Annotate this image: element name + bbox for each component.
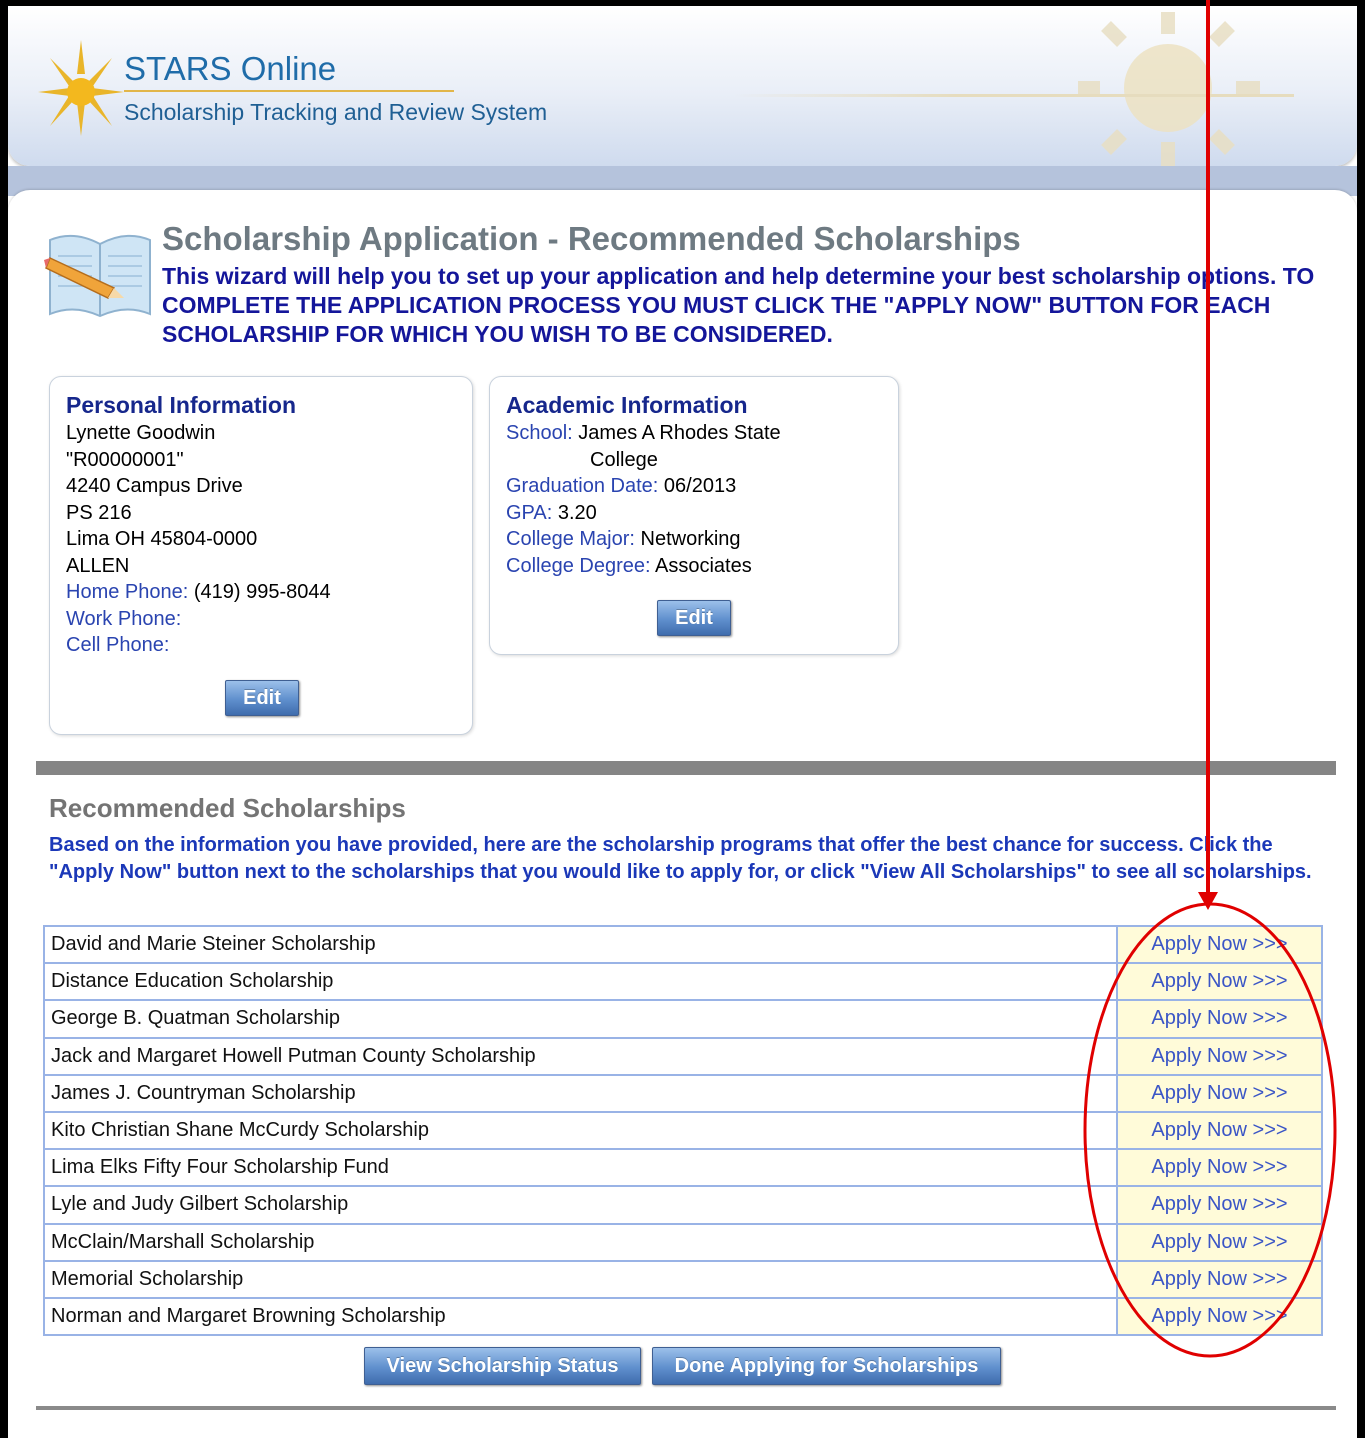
graduation-date-label: Graduation Date: — [506, 475, 659, 497]
graduation-date-row: Graduation Date: 06/2013 — [506, 473, 898, 500]
student-name: Lynette Goodwin — [66, 422, 216, 444]
view-scholarship-status-button[interactable]: View Scholarship Status — [364, 1347, 641, 1385]
apply-now-link[interactable]: Apply Now >>> — [1116, 1148, 1323, 1188]
scholarship-name: Kito Christian Shane McCurdy Scholarship — [43, 1110, 1118, 1151]
student-id: "R00000001" — [66, 448, 184, 471]
decorative-line — [734, 94, 1294, 97]
recommended-instructions: Based on the information you have provid… — [49, 834, 1312, 883]
footer-divider — [36, 1406, 1336, 1410]
logo-underline — [124, 90, 454, 92]
scholarship-name: David and Marie Steiner Scholarship — [43, 924, 1118, 965]
scholarship-name: Distance Education Scholarship — [43, 962, 1118, 1002]
scholarship-name: James J. Countryman Scholarship — [43, 1073, 1118, 1113]
scholarship-row: Norman and Margaret Browning Scholarship… — [43, 1296, 1323, 1337]
scholarship-row: Lyle and Judy Gilbert Scholarship Apply N… — [43, 1185, 1323, 1225]
address-line-1: 4240 Campus Drive — [66, 475, 243, 497]
scholarship-row: McClain/Marshall Scholarship Apply Now >>… — [43, 1222, 1323, 1262]
apply-now-link[interactable]: Apply Now >>> — [1116, 1222, 1323, 1262]
gpa-row: GPA: 3.20 — [506, 500, 898, 527]
gpa-value: 3.20 — [557, 501, 597, 524]
graduation-date-value: 06/2013 — [663, 475, 737, 497]
college-degree-label: College Degree: — [506, 554, 651, 577]
apply-now-link[interactable]: Apply Now >>> — [1116, 1110, 1323, 1151]
apply-now-link[interactable]: Apply Now >>> — [1116, 999, 1323, 1039]
scholarship-name: McClain/Marshall Scholarship — [43, 1222, 1118, 1262]
site-header: STARS Online Scholarship Tracking and Re… — [8, 6, 1357, 166]
scholarship-row: Kito Christian Shane McCurdy Scholarship… — [43, 1110, 1323, 1151]
scholarship-name: George B. Quatman Scholarship — [43, 999, 1118, 1039]
school-row: School: James A Rhodes State — [506, 420, 898, 447]
app-title: STARS Online — [124, 50, 337, 87]
scholarship-row: Memorial Scholarship Apply Now >>> — [43, 1259, 1323, 1299]
page-title: Scholarship Application - Recommended Sc… — [162, 220, 1021, 257]
college-major-row: College Major: Networking — [506, 526, 898, 553]
stars-logo-sun-icon — [38, 40, 124, 136]
app-subtitle: Scholarship Tracking and Review System — [124, 99, 548, 125]
work-phone-label: Work Phone: — [66, 607, 182, 630]
scholarship-name: Jack and Margaret Howell Putman County S… — [43, 1036, 1118, 1076]
county: ALLEN — [66, 554, 130, 577]
decorative-sun-icon — [1078, 12, 1260, 166]
done-applying-button[interactable]: Done Applying for Scholarships — [652, 1347, 1001, 1385]
school-value: James A Rhodes State — [578, 422, 781, 444]
scholarship-row: George B. Quatman Scholarship Apply Now >… — [43, 999, 1323, 1039]
scholarship-table: David and Marie Steiner Scholarship Apply… — [43, 924, 1323, 1337]
address-line-2: PS 216 — [66, 501, 132, 524]
apply-now-link[interactable]: Apply Now >>> — [1116, 1259, 1323, 1299]
college-major-label: College Major: — [506, 528, 635, 550]
personal-info-heading: Personal Information — [66, 392, 297, 418]
school-label: School: — [506, 422, 573, 444]
scholarship-name: Norman and Margaret Browning Scholarship — [43, 1296, 1118, 1337]
cell-phone-label: Cell Phone: — [66, 634, 170, 656]
recommended-heading: Recommended Scholarships — [49, 793, 406, 823]
scholarship-row: Jack and Margaret Howell Putman County S… — [43, 1036, 1323, 1076]
apply-now-link[interactable]: Apply Now >>> — [1116, 1073, 1323, 1113]
section-divider — [36, 761, 1336, 775]
scholarship-name: Memorial Scholarship — [43, 1259, 1118, 1299]
apply-now-link[interactable]: Apply Now >>> — [1116, 962, 1323, 1002]
academic-info-heading: Academic Information — [506, 392, 748, 418]
wizard-intro-text: This wizard will help you to set up your… — [162, 263, 1315, 347]
home-phone-label: Home Phone: — [66, 581, 189, 603]
home-phone-row: Home Phone: (419) 995-8044 — [66, 579, 472, 606]
home-phone-value: (419) 995-8044 — [193, 581, 331, 603]
scholarship-name: Lima Elks Fifty Four Scholarship Fund — [43, 1148, 1118, 1188]
college-degree-row: College Degree: Associates — [506, 553, 898, 580]
apply-now-link[interactable]: Apply Now >>> — [1116, 1036, 1323, 1076]
college-major-value: Networking — [640, 528, 741, 550]
edit-personal-info-button[interactable]: Edit — [225, 680, 299, 716]
gpa-label: GPA: — [506, 501, 553, 524]
scholarship-row: Lima Elks Fifty Four Scholarship Fund App… — [43, 1148, 1323, 1188]
work-phone-row: Work Phone: — [66, 606, 472, 633]
cell-phone-row: Cell Phone: — [66, 632, 472, 659]
apply-now-link[interactable]: Apply Now >>> — [1116, 1296, 1323, 1337]
college-degree-value: Associates — [654, 554, 752, 577]
apply-now-link[interactable]: Apply Now >>> — [1116, 1185, 1323, 1225]
scholarship-name: Lyle and Judy Gilbert Scholarship — [43, 1185, 1118, 1225]
scholarship-row: Distance Education Scholarship Apply Now … — [43, 962, 1323, 1002]
school-value-line-2: College — [590, 448, 658, 471]
scholarship-row: David and Marie Steiner Scholarship Apply… — [43, 924, 1323, 965]
book-pencil-icon — [44, 234, 151, 318]
city-state-zip: Lima OH 45804-0000 — [66, 528, 258, 550]
scholarship-row: James J. Countryman Scholarship Apply Now… — [43, 1073, 1323, 1113]
edit-academic-info-button[interactable]: Edit — [657, 600, 731, 636]
apply-now-link[interactable]: Apply Now >>> — [1116, 924, 1323, 965]
